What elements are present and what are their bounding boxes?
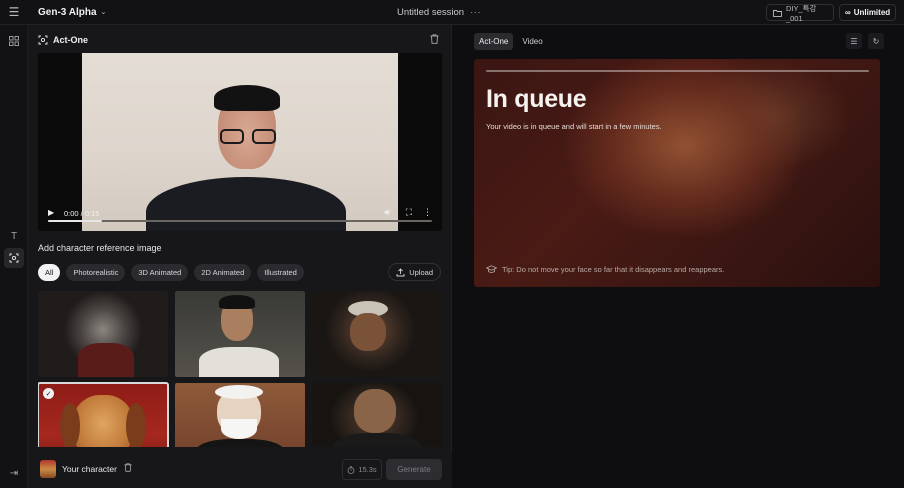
output-tabs: Act-One Video [474, 33, 548, 50]
queue-title: In queue [486, 85, 587, 113]
folder-button[interactable]: DIY_특강_001 [766, 3, 834, 23]
character-label: Your character [62, 464, 117, 474]
more-vertical-icon[interactable]: ⋮ [423, 207, 432, 218]
refresh-icon[interactable]: ↻ [868, 33, 884, 49]
video-seek-bar[interactable] [48, 220, 432, 222]
tool-rail: T ⇥ [0, 25, 28, 488]
tip-row: Tip: Do not move your face so far that i… [486, 265, 724, 274]
selected-check-icon: ✓ [43, 388, 54, 399]
act-one-tool-icon[interactable] [4, 248, 24, 268]
person-hair [214, 85, 280, 111]
generate-button[interactable]: Generate [386, 459, 442, 480]
filter-chip-all[interactable]: All [38, 264, 61, 281]
chevron-down-icon: ⌄ [100, 9, 107, 16]
character-avatar [40, 460, 56, 478]
filter-chip-3d-animated[interactable]: 3D Animated [131, 264, 189, 281]
character-thumb-old-man[interactable] [38, 291, 168, 377]
panel-title: Act-One [53, 35, 89, 45]
character-thumb-butler[interactable] [312, 383, 442, 447]
queue-description: Your video is in queue and will start in… [486, 122, 662, 131]
filter-chip-illustrated[interactable]: Illustrated [257, 264, 304, 281]
text-tool-icon[interactable]: T [4, 226, 24, 246]
tab-video[interactable]: Video [517, 33, 547, 50]
folder-icon [773, 9, 782, 17]
session-title[interactable]: Untitled session ··· [397, 7, 481, 18]
duration-indicator: 15.3s [342, 459, 382, 480]
act-one-icon [38, 35, 48, 45]
model-name: Gen-3 Alpha [38, 6, 97, 18]
panel-footer: Your character 15.3s Generate [28, 452, 452, 488]
act-one-panel: Act-One ▶ 0:00 / 0:15 🔊︎ ⛶ ⋮ Add charact… [28, 25, 452, 488]
character-grid: ✓ [38, 291, 442, 447]
video-seek-progress [48, 220, 102, 222]
stopwatch-icon [347, 465, 355, 474]
video-time: 0:00 / 0:15 [64, 209, 100, 218]
filter-chip-photorealistic[interactable]: Photorealistic [66, 264, 126, 281]
session-name: Untitled session [397, 7, 465, 18]
person-glasses [220, 129, 276, 145]
session-more-icon[interactable]: ··· [470, 7, 481, 18]
output-actions: ☰ ↻ [846, 33, 884, 49]
hamburger-menu-icon[interactable]: ☰ [0, 0, 28, 25]
tip-text: Tip: Do not move your face so far that i… [502, 265, 725, 274]
character-thumb-colonel[interactable] [175, 383, 305, 447]
fullscreen-icon[interactable]: ⛶ [406, 207, 412, 218]
queue-card: In queue Your video is in queue and will… [474, 59, 880, 287]
character-thumb-3d-old-man[interactable] [312, 291, 442, 377]
assets-grid-icon[interactable] [4, 31, 24, 51]
graduation-cap-icon [486, 265, 497, 273]
trash-icon[interactable] [430, 34, 439, 47]
output-panel: Act-One Video ☰ ↻ In queue Your video is… [452, 25, 904, 488]
filter-chip-2d-animated[interactable]: 2D Animated [194, 264, 252, 281]
duration-value: 15.3s [358, 465, 377, 474]
video-controls: ▶ 0:00 / 0:15 🔊︎ ⛶ ⋮ [38, 201, 442, 231]
infinity-icon: ∞ [845, 8, 851, 17]
plan-label: Unlimited [853, 8, 891, 17]
driving-video-player[interactable]: ▶ 0:00 / 0:15 🔊︎ ⛶ ⋮ [38, 53, 442, 231]
upload-button[interactable]: Upload [388, 263, 441, 281]
plan-badge[interactable]: ∞ Unlimited [839, 4, 896, 21]
reference-section-label: Add character reference image [38, 243, 162, 253]
folder-name: DIY_특강_001 [785, 3, 817, 23]
play-icon[interactable]: ▶ [48, 208, 54, 217]
collapse-panel-icon[interactable]: ⇥ [4, 463, 24, 483]
queue-progress-bar [486, 70, 869, 72]
style-filters: All Photorealistic 3D Animated 2D Animated I… [38, 264, 304, 281]
list-view-icon[interactable]: ☰ [846, 33, 862, 49]
upload-label: Upload [409, 267, 433, 277]
tab-act-one[interactable]: Act-One [474, 33, 514, 50]
volume-icon[interactable]: 🔊︎ [384, 207, 390, 218]
panel-header: Act-One [38, 35, 88, 45]
upload-icon [396, 267, 405, 276]
character-thumb-young-man[interactable] [175, 291, 305, 377]
model-selector[interactable]: Gen-3 Alpha ⌄ [28, 7, 106, 18]
character-thumb-dog[interactable]: ✓ [38, 382, 169, 447]
top-bar: ☰ Gen-3 Alpha ⌄ Untitled session ··· DIY… [0, 0, 904, 25]
remove-character-icon[interactable] [124, 463, 132, 474]
